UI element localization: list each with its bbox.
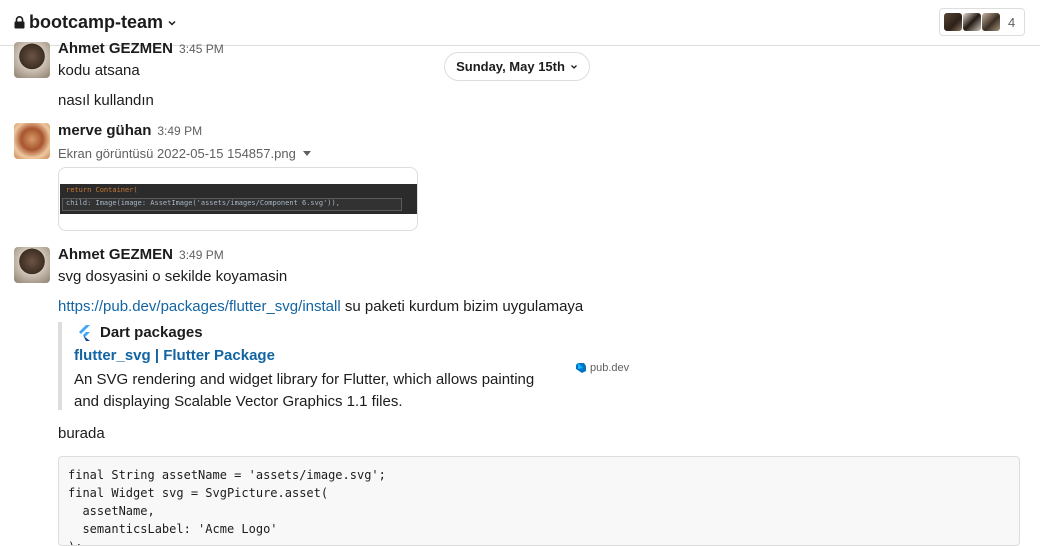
flutter-icon (79, 324, 90, 341)
file-name-label: Ekran görüntüsü 2022-05-15 154857.png (58, 146, 296, 161)
code-block: final String assetName = 'assets/image.s… (58, 456, 1020, 546)
message-text: svg dosyasini o sekilde koyamasin (58, 268, 288, 285)
date-divider-button[interactable]: Sunday, May 15th (444, 52, 590, 81)
image-attachment[interactable]: return Container( child: Image(image: As… (58, 167, 418, 231)
message-timestamp[interactable]: 3:49 PM (179, 248, 224, 262)
unfurl-source-label: Dart packages (100, 324, 203, 341)
message-timestamp[interactable]: 3:45 PM (179, 42, 224, 56)
member-avatar (943, 12, 963, 32)
dart-logo-icon (576, 363, 586, 373)
lock-icon (14, 16, 25, 29)
package-link[interactable]: https://pub.dev/packages/flutter_svg/ins… (58, 298, 341, 315)
message-text: https://pub.dev/packages/flutter_svg/ins… (58, 298, 583, 315)
message-text: nasıl kullandın (58, 92, 154, 109)
caret-down-icon[interactable] (302, 151, 311, 156)
message-author[interactable]: Ahmet GEZMEN 3:45 PM (58, 40, 224, 57)
image-code-line: return Container( (66, 186, 138, 194)
chevron-down-icon (168, 20, 176, 26)
unfurl-source: Dart packages (78, 324, 203, 341)
member-avatar (962, 12, 982, 32)
message-text: burada (58, 425, 105, 442)
unfurl-thumb-domain: pub.dev (590, 362, 630, 374)
screenshot-image: return Container( child: Image(image: As… (60, 184, 417, 214)
unfurl-thumbnail[interactable]: pub.dev (576, 362, 629, 374)
message-author[interactable]: merve gühan 3:49 PM (58, 122, 202, 139)
avatar[interactable] (14, 42, 50, 78)
message-timestamp[interactable]: 3:49 PM (157, 124, 202, 138)
author-name[interactable]: merve gühan (58, 122, 151, 139)
message-author[interactable]: Ahmet GEZMEN 3:49 PM (58, 246, 224, 263)
chevron-down-icon (570, 64, 577, 69)
channel-name-button[interactable]: bootcamp-team (14, 12, 177, 33)
file-name[interactable]: Ekran görüntüsü 2022-05-15 154857.png (58, 146, 311, 161)
unfurl-description: An SVG rendering and widget library for … (74, 371, 535, 410)
author-name[interactable]: Ahmet GEZMEN (58, 40, 173, 57)
member-avatar (981, 12, 1001, 32)
members-button[interactable]: 4 (939, 8, 1025, 36)
avatar[interactable] (14, 247, 50, 283)
channel-name: bootcamp-team (29, 12, 164, 32)
link-suffix-text: su paketi kurdum bizim uygulamaya (340, 298, 584, 315)
image-code-line: child: Image(image: AssetImage('assets/i… (66, 199, 340, 207)
member-count: 4 (1008, 14, 1016, 30)
avatar[interactable] (14, 123, 50, 159)
unfurl-title-link[interactable]: flutter_svg | Flutter Package (74, 347, 275, 364)
link-unfurl: Dart packages flutter_svg | Flutter Pack… (58, 322, 602, 410)
date-label: Sunday, May 15th (456, 59, 565, 74)
author-name[interactable]: Ahmet GEZMEN (58, 246, 173, 263)
message-text: kodu atsana (58, 62, 140, 79)
